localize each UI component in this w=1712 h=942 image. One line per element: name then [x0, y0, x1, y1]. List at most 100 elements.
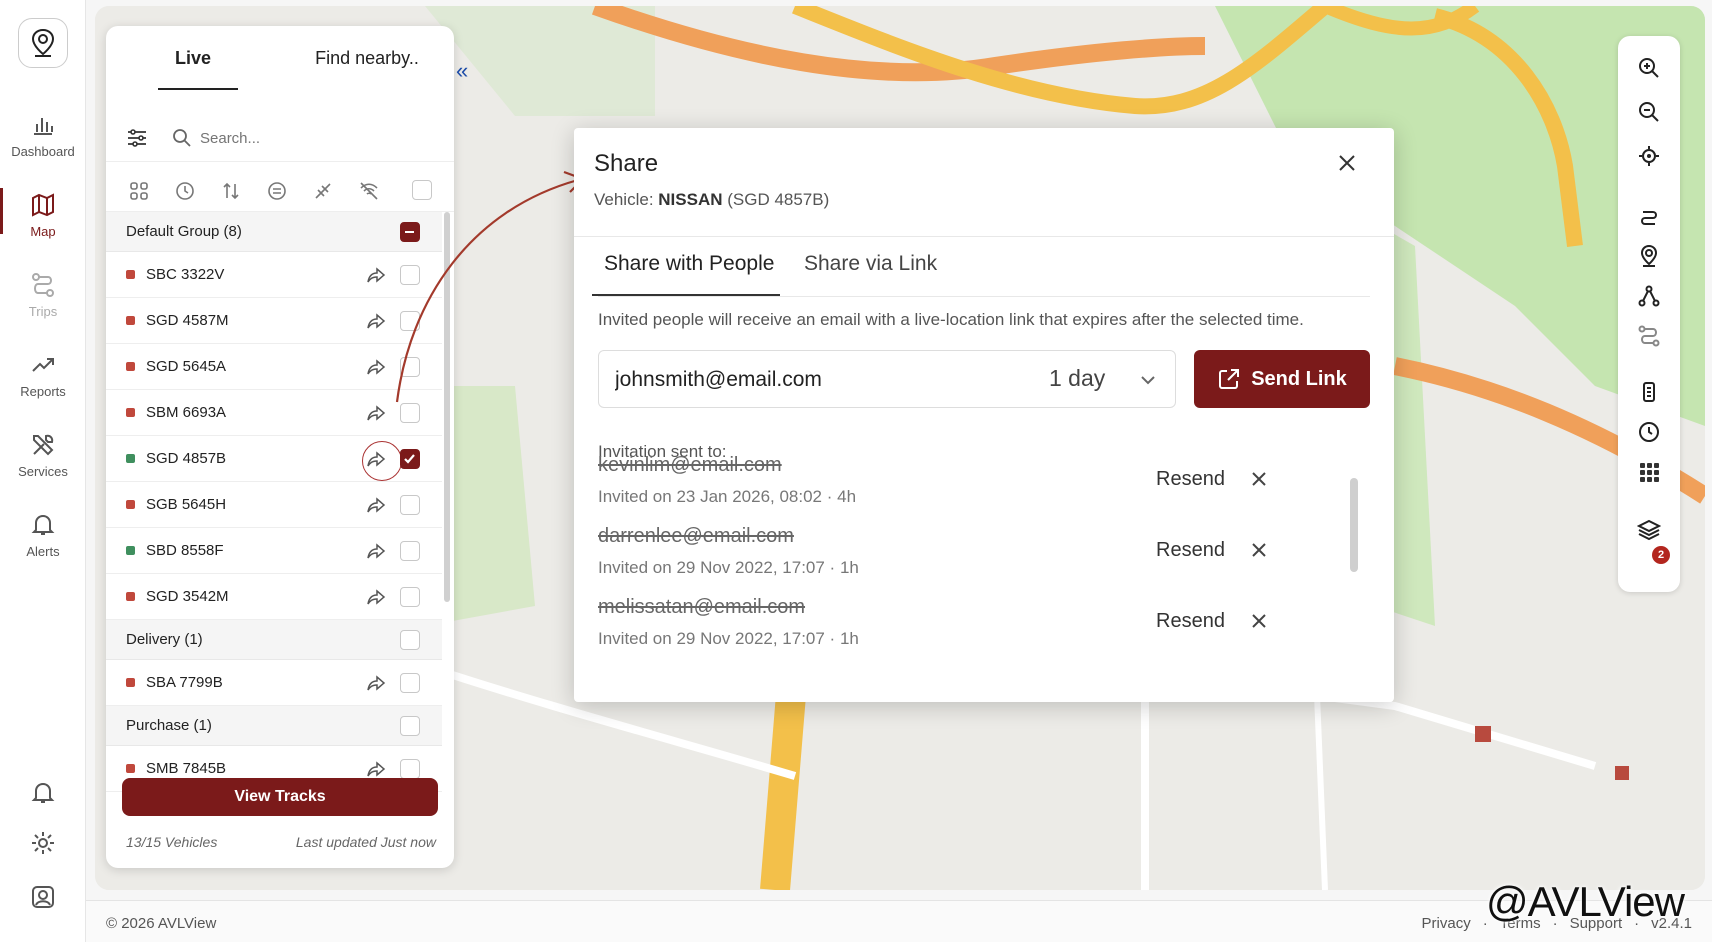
view-tracks-button[interactable]: View Tracks — [122, 778, 438, 816]
nav-reports[interactable]: Reports — [0, 352, 86, 399]
share-icon[interactable] — [366, 673, 386, 693]
select-all-checkbox[interactable] — [412, 180, 432, 200]
list-scrollbar[interactable] — [444, 212, 450, 602]
nav-dashboard[interactable]: Dashboard — [0, 112, 86, 159]
email-field[interactable] — [615, 365, 995, 395]
vehicle-row[interactable]: SGD 5645A — [106, 344, 442, 390]
nav-alerts[interactable]: Alerts — [0, 512, 86, 559]
zoom-out-icon[interactable] — [1637, 100, 1661, 124]
layers-icon[interactable] — [1637, 518, 1661, 542]
chevron-down-icon[interactable] — [1139, 371, 1157, 389]
duration-select[interactable]: 1 day — [1049, 365, 1105, 392]
share-external-icon — [1219, 369, 1240, 389]
send-link-button[interactable]: Send Link — [1194, 350, 1370, 408]
vehicle-row[interactable]: SGD 4587M — [106, 298, 442, 344]
group-header[interactable]: Purchase (1) — [106, 706, 442, 746]
vehicle-list: Default Group (8) SBC 3322V SGD 4587M SG… — [106, 212, 442, 792]
vehicle-row-selected[interactable]: SGD 4857B — [106, 436, 442, 482]
grid-view-icon[interactable] — [128, 180, 150, 202]
share-info-text: Invited people will receive an email wit… — [598, 310, 1304, 329]
status-dot — [126, 408, 135, 417]
vehicle-row[interactable]: SGB 5645H — [106, 482, 442, 528]
share-icon[interactable] — [366, 449, 386, 469]
invite-list-scrollbar[interactable] — [1350, 478, 1358, 572]
history-icon[interactable] — [174, 180, 196, 202]
remove-invite-icon[interactable] — [1250, 612, 1268, 630]
locate-icon[interactable] — [1637, 144, 1661, 168]
traffic-light-icon[interactable] — [1637, 380, 1661, 404]
satellite-icon[interactable] — [312, 180, 334, 202]
vehicle-row[interactable]: SBA 7799B — [106, 660, 442, 706]
vehicle-checkbox[interactable] — [400, 310, 420, 331]
share-icon[interactable] — [366, 495, 386, 515]
zoom-in-icon[interactable] — [1637, 56, 1661, 80]
wifi-off-icon[interactable] — [358, 180, 380, 202]
group-name: Default Group (8) — [126, 223, 242, 240]
group-name: Delivery (1) — [126, 631, 203, 648]
group-checkbox-indeterminate[interactable] — [400, 221, 420, 242]
group-checkbox[interactable] — [400, 715, 420, 736]
divider — [574, 236, 1394, 237]
vehicle-row[interactable]: SBD 8558F — [106, 528, 442, 574]
vehicle-checkbox[interactable] — [400, 540, 420, 561]
filter-sliders-icon[interactable] — [126, 128, 148, 148]
share-icon[interactable] — [366, 311, 386, 331]
tab-find-nearby[interactable]: Find nearby.. — [280, 26, 454, 90]
sync-icon[interactable] — [266, 180, 288, 202]
share-icon[interactable] — [366, 265, 386, 285]
vehicle-plate: SBA 7799B — [146, 674, 223, 691]
vehicle-count: 13/15 Vehicles — [126, 834, 218, 850]
bell-icon — [31, 514, 55, 535]
group-header[interactable]: Delivery (1) — [106, 620, 442, 660]
vehicle-checkbox[interactable] — [400, 494, 420, 515]
privacy-link[interactable]: Privacy — [1422, 915, 1471, 932]
geofence-icon[interactable] — [1637, 284, 1661, 308]
user-profile-icon[interactable] — [30, 884, 56, 910]
vehicle-row[interactable]: SBM 6693A — [106, 390, 442, 436]
route-toggle-icon[interactable] — [1637, 204, 1661, 228]
sort-icon[interactable] — [220, 180, 242, 202]
cluster-grid-icon[interactable] — [1637, 460, 1661, 484]
app-logo-icon[interactable] — [18, 18, 68, 68]
vehicle-checkbox[interactable] — [400, 356, 420, 377]
trend-icon — [32, 358, 54, 372]
resend-button[interactable]: Resend — [1156, 468, 1225, 491]
notification-bell-icon[interactable] — [30, 780, 56, 806]
vehicle-checkbox[interactable] — [400, 672, 420, 693]
nav-trips[interactable]: Trips — [0, 272, 86, 319]
status-dot — [126, 316, 135, 325]
bar-chart-icon — [34, 118, 53, 135]
settings-gear-icon[interactable] — [30, 830, 56, 856]
resend-button[interactable]: Resend — [1156, 539, 1225, 562]
share-icon[interactable] — [366, 357, 386, 377]
tab-share-via-link[interactable]: Share via Link — [804, 252, 937, 296]
collapse-panel-icon[interactable]: « — [456, 58, 468, 84]
vehicle-plate: SGD 4587M — [146, 312, 229, 329]
share-icon[interactable] — [366, 587, 386, 607]
clock-icon[interactable] — [1637, 420, 1661, 444]
group-checkbox[interactable] — [400, 629, 420, 650]
vehicle-plate: SBD 8558F — [146, 542, 224, 559]
tab-live[interactable]: Live — [106, 26, 280, 90]
map-pin-icon[interactable] — [1637, 244, 1661, 268]
share-icon[interactable] — [366, 403, 386, 423]
share-icon[interactable] — [366, 759, 386, 779]
nav-map[interactable]: Map — [0, 188, 86, 239]
tab-share-with-people[interactable]: Share with People — [591, 252, 781, 296]
vehicle-row[interactable]: SBC 3322V — [106, 252, 442, 298]
group-header[interactable]: Default Group (8) — [106, 212, 442, 252]
search-input[interactable] — [200, 126, 420, 150]
nav-services[interactable]: Services — [0, 432, 86, 479]
vehicle-row[interactable]: SGD 3542M — [106, 574, 442, 620]
vehicle-checkbox[interactable] — [400, 264, 420, 285]
remove-invite-icon[interactable] — [1250, 470, 1268, 488]
remove-invite-icon[interactable] — [1250, 541, 1268, 559]
vehicle-checkbox[interactable] — [400, 586, 420, 607]
trip-path-icon[interactable] — [1637, 324, 1661, 348]
share-icon[interactable] — [366, 541, 386, 561]
resend-button[interactable]: Resend — [1156, 610, 1225, 633]
vehicle-checkbox[interactable] — [400, 402, 420, 423]
vehicle-checkbox[interactable] — [400, 758, 420, 779]
close-icon[interactable] — [1336, 152, 1358, 174]
vehicle-checkbox-checked[interactable] — [400, 448, 420, 469]
